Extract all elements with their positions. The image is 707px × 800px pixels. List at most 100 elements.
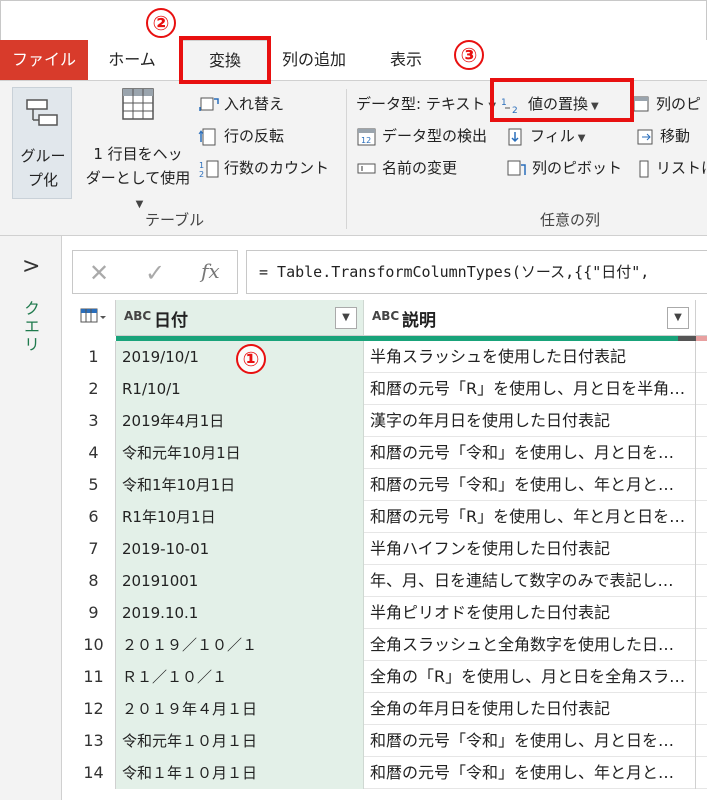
queries-pane-collapsed[interactable]: > クエリ bbox=[0, 236, 62, 800]
fx-icon[interactable]: fx bbox=[201, 259, 220, 283]
fill-button[interactable]: フィル ▼ bbox=[506, 123, 585, 149]
use-first-row-label-1: 1 行目をヘッ bbox=[93, 145, 183, 163]
cell-description[interactable]: 全角の「R」を使用し、月と日を全角スラ… bbox=[364, 661, 696, 693]
row-number: 9 bbox=[72, 597, 116, 629]
cell-date[interactable]: 20191001 bbox=[116, 565, 364, 597]
column-header-date[interactable]: ABC 日付 ▼ bbox=[116, 300, 364, 336]
reverse-rows-button[interactable]: 行の反転 bbox=[198, 123, 284, 149]
unpivot-icon bbox=[633, 96, 649, 111]
column-name-description: 説明 bbox=[402, 311, 436, 331]
cell-next-column[interactable] bbox=[696, 437, 707, 469]
count-rows-label: 行数のカウント bbox=[224, 159, 330, 177]
cell-date[interactable]: 令和元年10月1日 bbox=[116, 437, 364, 469]
group-by-button[interactable]: グルー プ化 bbox=[12, 87, 72, 199]
cell-date[interactable]: 令和１年１０月１日 bbox=[116, 757, 364, 789]
table-row[interactable]: 1 2019/10/1 半角スラッシュを使用した日付表記 bbox=[72, 341, 707, 373]
confirm-icon[interactable]: ✓ bbox=[145, 259, 165, 287]
table-row[interactable]: 7 2019-10-01 半角ハイフンを使用した日付表記 bbox=[72, 533, 707, 565]
table-row[interactable]: 8 20191001 年、月、日を連結して数字のみで表記し… bbox=[72, 565, 707, 597]
cell-next-column[interactable] bbox=[696, 629, 707, 661]
table-row[interactable]: 13 令和元年１０月１日 和暦の元号「令和」を使用し、月と日を… bbox=[72, 725, 707, 757]
cancel-icon[interactable]: ✕ bbox=[89, 259, 109, 287]
cell-date[interactable]: 2019.10.1 bbox=[116, 597, 364, 629]
formula-input[interactable]: = Table.TransformColumnTypes(ソース,{{"日付", bbox=[246, 250, 707, 294]
cell-description[interactable]: 年、月、日を連結して数字のみで表記し… bbox=[364, 565, 696, 597]
cell-next-column[interactable] bbox=[696, 597, 707, 629]
text-type-icon[interactable]: ABC bbox=[372, 309, 399, 323]
rename-button[interactable]: 名前の変更 bbox=[356, 155, 457, 181]
table-row[interactable]: 6 R1年10月1日 和暦の元号「R」を使用し、年と月と日を… bbox=[72, 501, 707, 533]
move-button[interactable]: 移動 bbox=[636, 123, 690, 149]
expand-chevron-icon[interactable]: > bbox=[22, 254, 40, 279]
tab-home[interactable]: ホーム bbox=[92, 40, 172, 80]
table-row[interactable]: 5 令和1年10月1日 和暦の元号「令和」を使用し、年と月と… bbox=[72, 469, 707, 501]
cell-description[interactable]: 全角の年月日を使用した日付表記 bbox=[364, 693, 696, 725]
table-row[interactable]: 14 令和１年１０月１日 和暦の元号「令和」を使用し、年と月と… bbox=[72, 757, 707, 789]
table-row[interactable]: 11 Ｒ１／１０／１ 全角の「R」を使用し、月と日を全角スラ… bbox=[72, 661, 707, 693]
cell-next-column[interactable] bbox=[696, 661, 707, 693]
cell-date[interactable]: Ｒ１／１０／１ bbox=[116, 661, 364, 693]
cell-date[interactable]: 令和元年１０月１日 bbox=[116, 725, 364, 757]
cell-next-column[interactable] bbox=[696, 533, 707, 565]
cell-description[interactable]: 全角スラッシュと全角数字を使用した日… bbox=[364, 629, 696, 661]
cell-date[interactable]: R1/10/1 bbox=[116, 373, 364, 405]
tab-view[interactable]: 表示 bbox=[366, 40, 446, 80]
pivot-column-button[interactable]: 列のピボット bbox=[506, 155, 622, 181]
group-by-label-1: グルー bbox=[20, 147, 66, 165]
count-rows-button[interactable]: 1 2 行数のカウント bbox=[198, 155, 329, 181]
transpose-button[interactable]: 入れ替え bbox=[198, 91, 284, 117]
column-header-description[interactable]: ABC 説明 ▼ bbox=[364, 300, 696, 336]
cell-date[interactable]: 令和1年10月1日 bbox=[116, 469, 364, 501]
column-filter-dropdown[interactable]: ▼ bbox=[667, 307, 689, 329]
tab-add-column[interactable]: 列の追加 bbox=[274, 40, 354, 80]
column-filter-dropdown[interactable]: ▼ bbox=[335, 307, 357, 329]
fill-down-icon bbox=[508, 128, 522, 145]
cell-next-column[interactable] bbox=[696, 501, 707, 533]
cell-date[interactable]: 2019-10-01 bbox=[116, 533, 364, 565]
cell-next-column[interactable] bbox=[696, 693, 707, 725]
table-row[interactable]: 10 ２０１９／１０／１ 全角スラッシュと全角数字を使用した日… bbox=[72, 629, 707, 661]
cell-description[interactable]: 和暦の元号「令和」を使用し、月と日を… bbox=[364, 437, 696, 469]
column-name-date: 日付 bbox=[154, 311, 188, 331]
tab-file[interactable]: ファイル bbox=[0, 40, 88, 80]
cell-description[interactable]: 半角ハイフンを使用した日付表記 bbox=[364, 533, 696, 565]
cell-next-column[interactable] bbox=[696, 373, 707, 405]
group-divider bbox=[346, 89, 347, 229]
table-row[interactable]: 9 2019.10.1 半角ピリオドを使用した日付表記 bbox=[72, 597, 707, 629]
table-row[interactable]: 12 ２０１９年４月１日 全角の年月日を使用した日付表記 bbox=[72, 693, 707, 725]
cell-date[interactable]: ２０１９年４月１日 bbox=[116, 693, 364, 725]
cell-description[interactable]: 和暦の元号「令和」を使用し、年と月と… bbox=[364, 757, 696, 789]
cell-description[interactable]: 和暦の元号「R」を使用し、月と日を半角… bbox=[364, 373, 696, 405]
highlight-transform-tab bbox=[179, 36, 271, 84]
group-by-icon bbox=[25, 98, 59, 134]
cell-next-column[interactable] bbox=[696, 565, 707, 597]
cell-description[interactable]: 半角スラッシュを使用した日付表記 bbox=[364, 341, 696, 373]
column-header-next[interactable] bbox=[696, 300, 707, 336]
cell-description[interactable]: 和暦の元号「R」を使用し、年と月と日を… bbox=[364, 501, 696, 533]
table-select-icon[interactable] bbox=[72, 300, 116, 336]
cell-next-column[interactable] bbox=[696, 469, 707, 501]
cell-date[interactable]: 2019年4月1日 bbox=[116, 405, 364, 437]
data-type-dropdown[interactable]: データ型: テキスト ▼ bbox=[356, 91, 496, 117]
cell-next-column[interactable] bbox=[696, 725, 707, 757]
table-row[interactable]: 2 R1/10/1 和暦の元号「R」を使用し、月と日を半角… bbox=[72, 373, 707, 405]
cell-description[interactable]: 半角ピリオドを使用した日付表記 bbox=[364, 597, 696, 629]
formula-bar: ✕ ✓ fx = Table.TransformColumnTypes(ソース,… bbox=[72, 250, 707, 294]
cell-next-column[interactable] bbox=[696, 341, 707, 373]
text-type-icon[interactable]: ABC bbox=[124, 309, 151, 323]
cell-description[interactable]: 和暦の元号「令和」を使用し、年と月と… bbox=[364, 469, 696, 501]
cell-description[interactable]: 和暦の元号「令和」を使用し、月と日を… bbox=[364, 725, 696, 757]
cell-description[interactable]: 漢字の年月日を使用した日付表記 bbox=[364, 405, 696, 437]
unpivot-columns-button[interactable]: 列のピ bbox=[632, 91, 701, 117]
move-icon bbox=[637, 129, 653, 144]
row-number: 6 bbox=[72, 501, 116, 533]
cell-date[interactable]: R1年10月1日 bbox=[116, 501, 364, 533]
cell-next-column[interactable] bbox=[696, 757, 707, 789]
table-row[interactable]: 4 令和元年10月1日 和暦の元号「令和」を使用し、月と日を… bbox=[72, 437, 707, 469]
detect-data-type-button[interactable]: 12 データ型の検出 bbox=[356, 123, 487, 149]
convert-to-list-button[interactable]: リストに bbox=[636, 155, 707, 181]
cell-next-column[interactable] bbox=[696, 405, 707, 437]
use-first-row-button[interactable]: 1 行目をヘッ ダーとして使用 ▼ bbox=[84, 87, 192, 217]
cell-date[interactable]: ２０１９／１０／１ bbox=[116, 629, 364, 661]
table-row[interactable]: 3 2019年4月1日 漢字の年月日を使用した日付表記 bbox=[72, 405, 707, 437]
